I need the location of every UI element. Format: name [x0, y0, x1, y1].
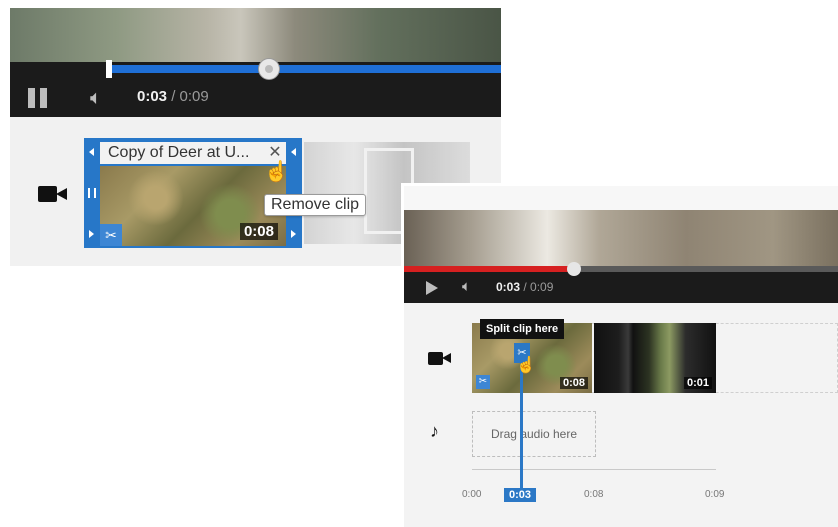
- video-preview[interactable]: [10, 8, 501, 62]
- video-camera-icon: [38, 184, 68, 204]
- duration: 0:09: [179, 88, 209, 105]
- progress-fill: [404, 266, 574, 272]
- ruler-tick: 0:08: [584, 489, 604, 500]
- time-display: 0:03 / 0:09: [496, 280, 553, 294]
- hand-cursor-icon: ☝: [516, 357, 536, 374]
- play-icon[interactable]: [426, 281, 438, 295]
- video-clip-2[interactable]: 0:01: [594, 323, 716, 393]
- clip-duration: 0:08: [559, 377, 588, 389]
- music-note-icon: ♪: [430, 421, 439, 441]
- hand-cursor-icon: ☝: [264, 161, 289, 183]
- timeline-ruler: [472, 469, 716, 470]
- time-separator: /: [520, 280, 531, 294]
- trim-right-arrow-icon[interactable]: [291, 148, 296, 156]
- scissors-icon[interactable]: ✂: [100, 224, 122, 246]
- clip-duration: 0:01: [683, 377, 712, 389]
- trim-right-arrow-icon[interactable]: [291, 230, 296, 238]
- time-separator: /: [167, 88, 180, 105]
- current-time: 0:03: [137, 88, 168, 105]
- split-clip-tooltip: Split clip here: [480, 319, 565, 339]
- clip-thumbnail[interactable]: 0:08: [100, 166, 286, 246]
- remove-clip-tooltip: Remove clip: [264, 194, 367, 216]
- player-controls: 🔈︎ 0:03 / 0:09: [10, 58, 501, 117]
- video-preview[interactable]: [404, 210, 838, 266]
- trim-start-marker[interactable]: [106, 60, 112, 78]
- seek-thumb[interactable]: [258, 58, 280, 80]
- seek-thumb[interactable]: [567, 262, 581, 276]
- clip-duration: 0:08: [239, 223, 278, 240]
- selected-video-clip[interactable]: Copy of Deer at U... ✕ 0:08 ✂: [84, 138, 302, 248]
- time-display: 0:03 / 0:09: [137, 88, 209, 105]
- audio-drop-zone[interactable]: Drag audio here: [472, 411, 596, 457]
- video-camera-icon: [428, 351, 452, 367]
- pause-icon[interactable]: [28, 88, 48, 108]
- clip-title: Copy of Deer at U...: [100, 142, 286, 164]
- progress-fill: [108, 65, 501, 73]
- drag-handle-icon[interactable]: [88, 188, 96, 198]
- ruler-tick: 0:00: [462, 489, 482, 500]
- trim-left-arrow-icon[interactable]: [89, 230, 94, 238]
- ruler-tick: 0:09: [705, 489, 725, 500]
- volume-icon[interactable]: 🔈︎: [462, 278, 471, 295]
- trim-left-arrow-icon[interactable]: [89, 148, 94, 156]
- duration: 0:09: [530, 280, 554, 294]
- player-controls: 🔈︎ 0:03 / 0:09: [404, 262, 838, 303]
- volume-icon[interactable]: 🔈︎: [90, 86, 120, 110]
- video-editor-panel-split-clip: 🔈︎ 0:03 / 0:09 ♪ 0:08 ✂ 0:01 Drag audio …: [404, 186, 838, 527]
- current-time: 0:03: [496, 280, 521, 294]
- timeline: ♪ 0:08 ✂ 0:01 Drag audio here 0:00 0:08 …: [404, 303, 838, 527]
- playhead-time: 0:03: [504, 488, 537, 502]
- scissors-icon[interactable]: ✂: [476, 375, 490, 389]
